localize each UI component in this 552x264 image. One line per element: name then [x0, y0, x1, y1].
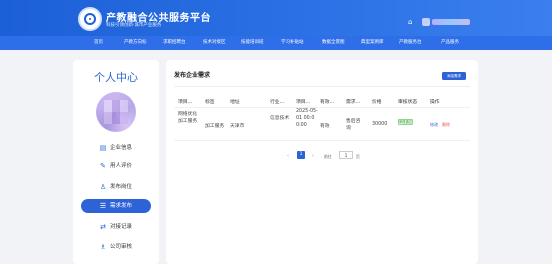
cell-validity: 有效	[320, 124, 330, 129]
edit-icon: ✎	[100, 162, 106, 170]
status-badge: 审核通过	[398, 119, 413, 125]
column-header[interactable]: 操作	[430, 98, 440, 105]
page-title: 发布企业需求	[174, 72, 211, 79]
goto-page-input[interactable]: 1	[339, 151, 353, 159]
delete-link[interactable]: 删除	[442, 122, 450, 128]
column-header[interactable]: 有效...	[320, 98, 334, 105]
sidebar-item-label: 需求发布	[110, 203, 133, 209]
sidebar-title: 个人中心	[94, 71, 138, 84]
user-icon: ♙	[99, 183, 107, 191]
column-header[interactable]: 项目...	[178, 98, 192, 105]
cell-demand: 售后咨询	[346, 119, 361, 131]
main-nav: 首页 产教方向标 求职招聘台 技术对接区 技能培训班 学习补贴站 数据全景图 典…	[0, 36, 552, 50]
cell-industry: 信息技术	[270, 116, 290, 121]
profile-avatar	[96, 92, 136, 132]
add-demand-button[interactable]: 添加需求	[442, 72, 466, 80]
nav-item-subsidy[interactable]: 学习补贴站	[281, 36, 304, 50]
cell-tag: 加工服务	[205, 124, 225, 129]
sidebar-item-records[interactable]: ⇄ 对接记录	[81, 220, 151, 234]
site-logo-icon[interactable]	[78, 7, 102, 31]
home-icon[interactable]: ⌂	[408, 19, 416, 26]
site-header: 产教融合公共服务平台 科技引领创新·城市产业服务 ⌂	[0, 0, 552, 36]
cell-date: 2025-05-01 00:00:00	[296, 109, 318, 128]
cell-address: 天津市	[230, 124, 245, 129]
goto-label: 前往	[324, 154, 332, 159]
column-header[interactable]: 地址	[230, 98, 240, 105]
document-icon: ▤	[99, 144, 107, 152]
sidebar-item-demand[interactable]: ☰ 需求发布	[81, 199, 151, 213]
column-header[interactable]: 标签	[205, 98, 215, 105]
sidebar-item-audit[interactable]: ♗ 公司审核	[81, 240, 151, 254]
sidebar-item-label: 企业信息	[110, 145, 133, 151]
column-header[interactable]: 价格	[372, 98, 382, 105]
column-header[interactable]: 行业...	[270, 98, 284, 105]
cell-project: 网络优化加工服务	[178, 112, 198, 124]
user-avatar[interactable]	[422, 18, 430, 26]
user-check-icon: ♗	[99, 243, 107, 251]
nav-item-cases[interactable]: 典型案例库	[361, 36, 384, 50]
nav-item-products[interactable]: 产品服务	[441, 36, 459, 50]
nav-item-data[interactable]: 数据全景图	[322, 36, 345, 50]
column-header[interactable]: 审核状态	[398, 98, 417, 105]
page-unit-label: 页	[356, 154, 360, 159]
nav-item-service[interactable]: 产教服务台	[399, 36, 422, 50]
current-page[interactable]: 1	[297, 151, 305, 159]
nav-item-training[interactable]: 技能培训班	[241, 36, 264, 50]
column-header[interactable]: 需求...	[346, 98, 360, 105]
sidebar: 个人中心 ▤ 企业信息 ✎ 用人评价 ♙ 发布岗位 ☰ 需求发布 ⇄ 对接记录 …	[73, 60, 159, 264]
user-name-blurred[interactable]	[432, 19, 470, 25]
column-header[interactable]: 项目...	[296, 98, 310, 105]
next-page-button[interactable]: ›	[312, 153, 314, 159]
edit-link[interactable]: 修改	[430, 122, 438, 128]
nav-item-tech[interactable]: 技术对接区	[203, 36, 226, 50]
table-divider	[174, 140, 470, 141]
cell-price: 30000	[372, 122, 388, 127]
sidebar-item-company-info[interactable]: ▤ 企业信息	[81, 141, 151, 155]
nav-item-home[interactable]: 首页	[94, 36, 103, 50]
sidebar-item-label: 公司审核	[110, 244, 133, 250]
list-icon: ☰	[99, 202, 107, 210]
sidebar-item-label: 对接记录	[110, 224, 133, 230]
table-divider	[174, 107, 470, 108]
prev-page-button[interactable]: ‹	[287, 153, 289, 159]
nav-item-direction[interactable]: 产教方向标	[124, 36, 147, 50]
site-subtitle: 科技引领创新·城市产业服务	[106, 23, 162, 28]
main-panel: 发布企业需求 添加需求 项目... 标签 地址 行业... 项目... 有效..…	[166, 60, 478, 264]
sidebar-item-label: 用人评价	[110, 163, 133, 169]
link-icon: ⇄	[100, 223, 106, 231]
divider	[174, 86, 470, 87]
nav-item-jobs[interactable]: 求职招聘台	[163, 36, 186, 50]
sidebar-item-label: 发布岗位	[110, 184, 133, 190]
sidebar-item-evaluation[interactable]: ✎ 用人评价	[81, 159, 151, 173]
sidebar-item-post-job[interactable]: ♙ 发布岗位	[81, 180, 151, 194]
